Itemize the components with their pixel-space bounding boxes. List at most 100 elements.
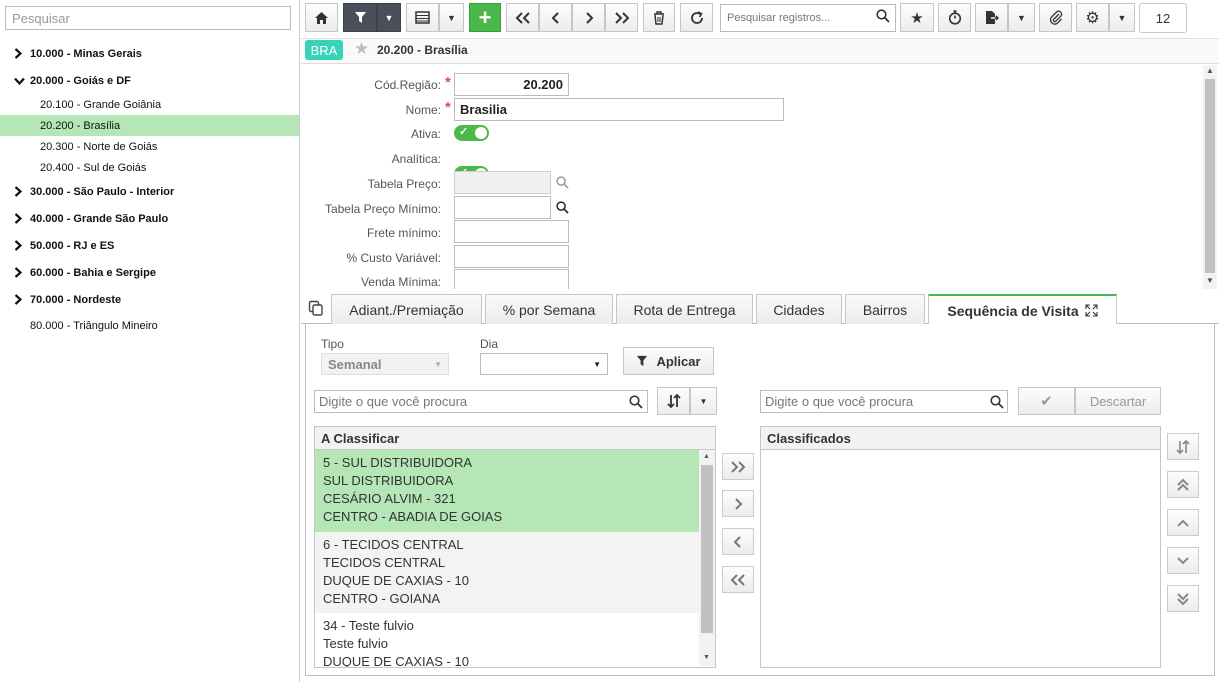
search-icon[interactable] xyxy=(556,201,569,217)
sort-dropdown-button[interactable]: ▼ xyxy=(690,387,717,415)
scroll-down-icon[interactable]: ▼ xyxy=(703,654,710,661)
move-to-bottom-button[interactable] xyxy=(1167,585,1199,612)
required-icon: * xyxy=(445,99,451,116)
caret-down-icon: ▼ xyxy=(434,359,442,369)
search-icon[interactable] xyxy=(876,9,890,26)
expand-icon[interactable] xyxy=(1085,304,1098,317)
custo-variavel-label: % Custo Variável: xyxy=(346,251,441,265)
venda-minima-field[interactable] xyxy=(454,269,569,289)
export-button[interactable] xyxy=(975,3,1008,32)
export-dropdown-button[interactable]: ▼ xyxy=(1008,3,1035,32)
tree-item-sp-interior[interactable]: 30.000 - São Paulo - Interior xyxy=(0,178,299,205)
tree-item-grande-sp[interactable]: 40.000 - Grande São Paulo xyxy=(0,205,299,232)
dia-select[interactable]: ▼ xyxy=(480,353,608,375)
search-icon[interactable] xyxy=(629,395,643,412)
filter-button[interactable] xyxy=(343,3,377,32)
ativa-toggle[interactable] xyxy=(454,125,489,141)
favorite-star-icon[interactable]: ★ xyxy=(354,39,369,59)
form-scrollbar[interactable]: ▲ ▼ xyxy=(1203,65,1217,289)
filter-dropdown-button[interactable]: ▼ xyxy=(377,3,401,32)
region-tag: BRA xyxy=(305,40,343,60)
tree-item-sul-goias[interactable]: 20.400 - Sul de Goiás xyxy=(0,157,299,178)
tabela-preco-minimo-field[interactable] xyxy=(454,196,551,219)
tree-item-label: 20.400 - Sul de Goiás xyxy=(40,161,147,174)
sort-classified-button[interactable] xyxy=(1167,433,1199,460)
right-list-search-input[interactable] xyxy=(760,390,1008,413)
move-to-top-button[interactable] xyxy=(1167,471,1199,498)
next-record-button[interactable] xyxy=(572,3,605,32)
tree-item-label: 10.000 - Minas Gerais xyxy=(30,47,142,60)
move-left-button[interactable] xyxy=(722,528,754,555)
list-item[interactable]: 34 - Teste fulvio Teste fulvio DUQUE DE … xyxy=(315,613,699,667)
copy-icon[interactable] xyxy=(308,300,324,319)
record-count-badge: 12 xyxy=(1139,3,1187,33)
custo-variavel-field[interactable] xyxy=(454,245,569,268)
chevron-down-icon xyxy=(14,77,30,85)
chevron-right-icon xyxy=(14,213,30,224)
discard-button: Descartar xyxy=(1075,387,1161,415)
tree-item-grande-goiania[interactable]: 20.100 - Grande Goiânia xyxy=(0,94,299,115)
home-button[interactable] xyxy=(305,3,338,32)
list-item[interactable]: 5 - SUL DISTRIBUIDORA SUL DISTRIBUIDORA … xyxy=(315,450,699,532)
tab-adiant-premiacao[interactable]: Adiant./Premiação xyxy=(331,294,482,324)
scroll-thumb[interactable] xyxy=(1205,79,1215,273)
move-right-button[interactable] xyxy=(722,490,754,517)
tree-item-minas-gerais[interactable]: 10.000 - Minas Gerais xyxy=(0,40,299,67)
cod-regiao-field[interactable]: 20.200 xyxy=(454,73,569,96)
tab-bairros[interactable]: Bairros xyxy=(845,294,925,324)
list-item[interactable]: 6 - TECIDOS CENTRAL TECIDOS CENTRAL DUQU… xyxy=(315,532,699,613)
move-all-right-button[interactable] xyxy=(722,453,754,480)
apply-button[interactable]: Aplicar xyxy=(623,347,714,375)
scroll-up-icon[interactable]: ▲ xyxy=(703,453,710,460)
tab-por-semana[interactable]: % por Semana xyxy=(485,294,613,324)
move-up-button[interactable] xyxy=(1167,509,1199,536)
scroll-up-icon[interactable]: ▲ xyxy=(1206,66,1214,75)
timer-button[interactable] xyxy=(938,3,971,32)
first-record-button[interactable] xyxy=(506,3,539,32)
tree-item-goias-df[interactable]: 20.000 - Goiás e DF xyxy=(0,67,299,94)
item-line: 6 - TECIDOS CENTRAL xyxy=(323,537,464,552)
move-all-left-button[interactable] xyxy=(722,566,754,593)
double-chevron-down-icon xyxy=(1177,592,1189,605)
tree-item-nordeste[interactable]: 70.000 - Nordeste xyxy=(0,286,299,313)
record-search-input[interactable] xyxy=(720,4,896,32)
sort-button[interactable] xyxy=(657,387,690,415)
last-record-button[interactable] xyxy=(605,3,638,32)
ativa-label: Ativa: xyxy=(410,127,441,141)
file-export-icon xyxy=(985,11,999,24)
settings-button[interactable]: ⚙ xyxy=(1076,3,1109,32)
frete-minimo-field[interactable] xyxy=(454,220,569,243)
double-chevron-right-icon xyxy=(614,11,629,24)
tree-item-label: 20.200 - Brasília xyxy=(40,119,121,132)
sidebar-search-input[interactable] xyxy=(5,6,291,30)
sidebar: 10.000 - Minas Gerais 20.000 - Goiás e D… xyxy=(0,0,300,682)
move-down-button[interactable] xyxy=(1167,547,1199,574)
tree-item-brasilia[interactable]: 20.200 - Brasília xyxy=(0,115,299,136)
scroll-thumb[interactable] xyxy=(701,465,713,633)
search-icon[interactable] xyxy=(990,395,1004,412)
sort-icon xyxy=(1176,439,1190,454)
settings-dropdown-button[interactable]: ▼ xyxy=(1109,3,1135,32)
previous-record-button[interactable] xyxy=(539,3,572,32)
caret-down-icon: ▼ xyxy=(447,12,456,23)
home-icon xyxy=(315,11,328,24)
required-icon: * xyxy=(445,74,451,91)
tab-rota-entrega[interactable]: Rota de Entrega xyxy=(616,294,753,324)
delete-button[interactable] xyxy=(643,3,675,32)
tree-item-triangulo-mineiro[interactable]: 80.000 - Triângulo Mineiro xyxy=(0,313,299,338)
left-list-scrollbar[interactable]: ▲ ▼ xyxy=(699,450,715,666)
refresh-button[interactable] xyxy=(680,3,713,32)
left-list-search-input[interactable] xyxy=(314,390,648,413)
list-view-button[interactable] xyxy=(406,3,439,32)
tab-sequencia-visita[interactable]: Sequência de Visita xyxy=(928,294,1117,325)
tab-cidades[interactable]: Cidades xyxy=(756,294,842,324)
tree-item-bahia-sergipe[interactable]: 60.000 - Bahia e Sergipe xyxy=(0,259,299,286)
attach-button[interactable] xyxy=(1039,3,1072,32)
tree-item-rj-es[interactable]: 50.000 - RJ e ES xyxy=(0,232,299,259)
view-dropdown-button[interactable]: ▼ xyxy=(439,3,464,32)
favorite-button[interactable]: ★ xyxy=(900,3,934,32)
tree-item-norte-goias[interactable]: 20.300 - Norte de Goiás xyxy=(0,136,299,157)
nome-field[interactable]: Brasilia xyxy=(454,98,784,121)
scroll-down-icon[interactable]: ▼ xyxy=(1206,276,1214,285)
add-button[interactable]: + xyxy=(469,3,501,32)
